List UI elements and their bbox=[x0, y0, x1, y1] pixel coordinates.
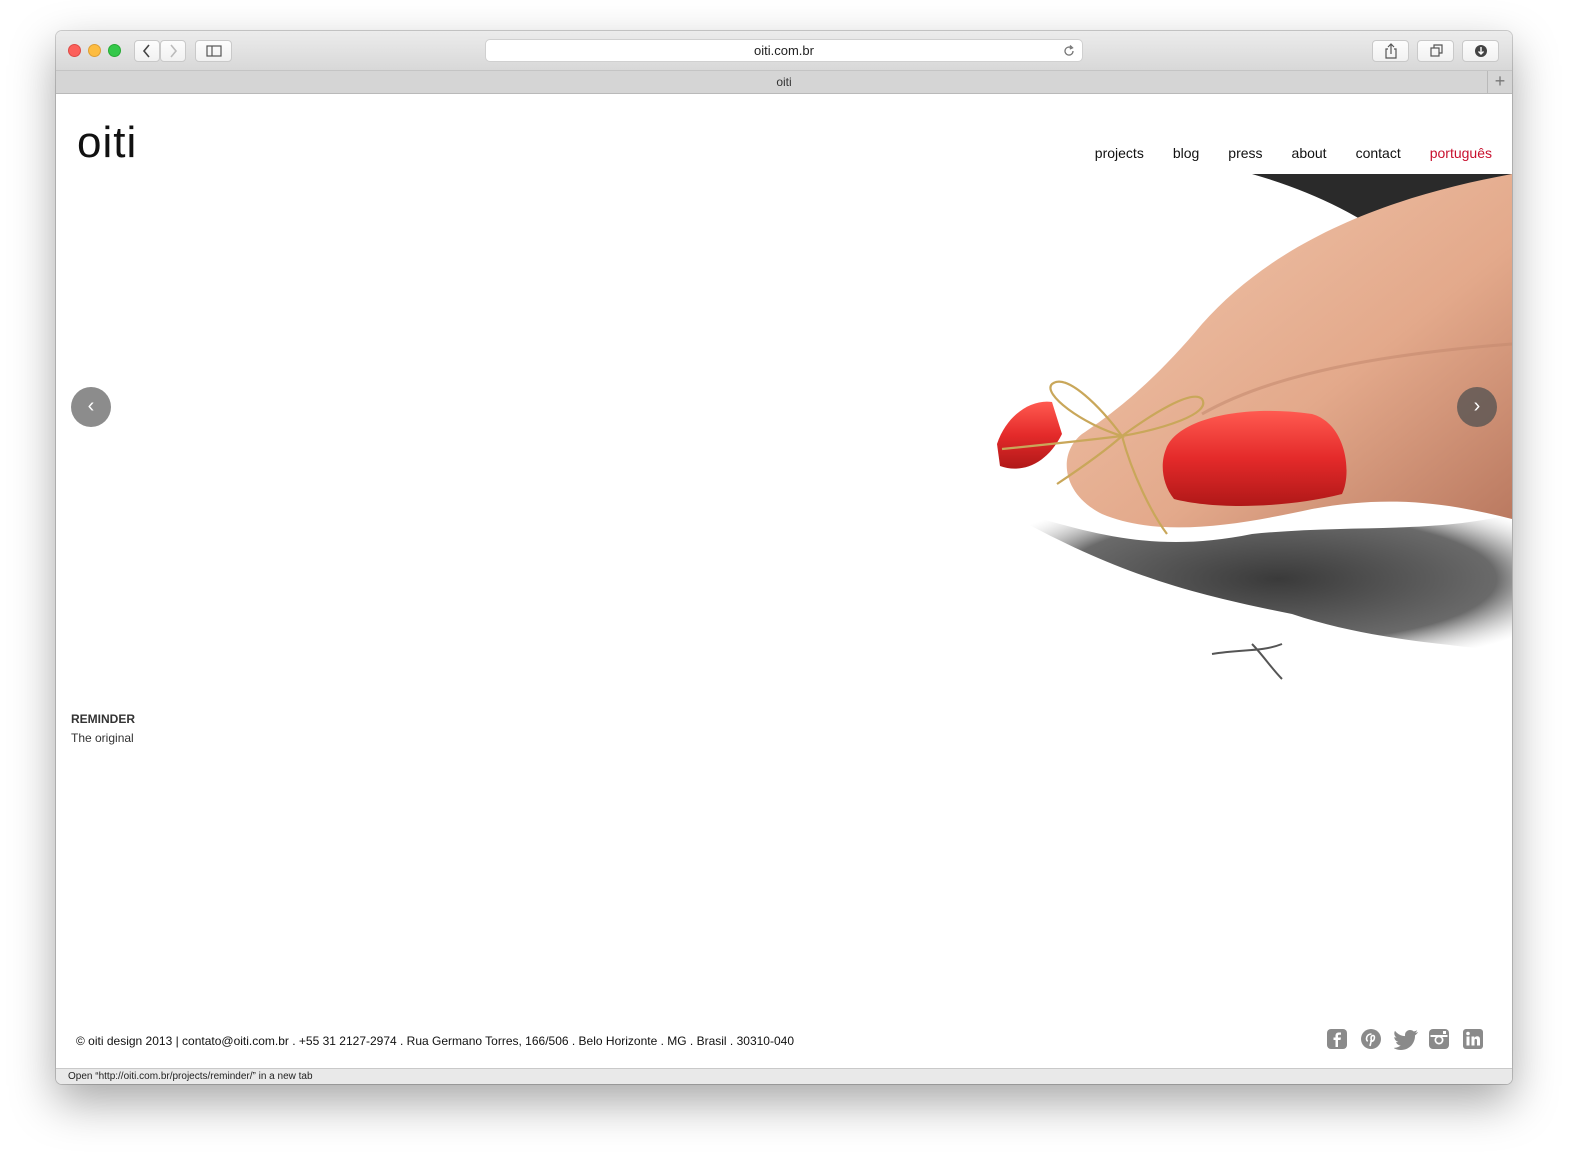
site-logo[interactable]: oiti bbox=[77, 118, 137, 168]
status-bar: Open “http://oiti.com.br/projects/remind… bbox=[56, 1068, 1512, 1084]
hero-image-finger-with-wire-bow[interactable] bbox=[952, 174, 1512, 694]
web-page: oiti projects blog press about contact p… bbox=[56, 94, 1512, 1068]
nav-language-portuguese[interactable]: português bbox=[1430, 145, 1492, 161]
reload-icon[interactable] bbox=[1062, 43, 1076, 64]
forward-button[interactable] bbox=[160, 40, 186, 62]
footer-contact-info: © oiti design 2013 | contato@oiti.com.br… bbox=[76, 1034, 794, 1048]
nav-contact[interactable]: contact bbox=[1356, 145, 1401, 161]
linkedin-icon[interactable] bbox=[1462, 1028, 1484, 1050]
sidebar-icon bbox=[205, 45, 222, 57]
download-icon bbox=[1474, 45, 1487, 57]
address-bar[interactable]: oiti.com.br bbox=[485, 39, 1083, 62]
social-links bbox=[1326, 1028, 1484, 1050]
nav-blog[interactable]: blog bbox=[1173, 145, 1199, 161]
minimize-window-button[interactable] bbox=[88, 44, 101, 57]
downloads-button[interactable] bbox=[1462, 40, 1499, 62]
instagram-icon[interactable] bbox=[1428, 1028, 1450, 1050]
share-icon bbox=[1384, 43, 1397, 59]
share-button[interactable] bbox=[1372, 40, 1409, 62]
browser-toolbar: oiti.com.br bbox=[56, 31, 1512, 71]
slide-next-button[interactable]: › bbox=[1457, 387, 1497, 427]
zoom-window-button[interactable] bbox=[108, 44, 121, 57]
main-nav: projects blog press about contact portug… bbox=[1066, 145, 1492, 161]
pinterest-icon[interactable] bbox=[1360, 1028, 1382, 1050]
tab-oiti[interactable]: oiti bbox=[776, 75, 791, 89]
chevron-left-icon bbox=[142, 44, 150, 58]
nav-press[interactable]: press bbox=[1228, 145, 1262, 161]
new-tab-button[interactable]: + bbox=[1487, 71, 1512, 93]
nav-about[interactable]: about bbox=[1292, 145, 1327, 161]
tabs-icon bbox=[1429, 44, 1443, 57]
tabs-overview-button[interactable] bbox=[1417, 40, 1454, 62]
close-window-button[interactable] bbox=[68, 44, 81, 57]
project-subtitle: The original bbox=[71, 731, 134, 745]
browser-window: oiti.com.br oiti + oiti projects blog pr… bbox=[56, 31, 1512, 1084]
project-title[interactable]: REMINDER bbox=[71, 712, 135, 726]
twitter-icon[interactable] bbox=[1393, 1028, 1418, 1050]
address-url: oiti.com.br bbox=[754, 43, 814, 58]
nav-projects[interactable]: projects bbox=[1095, 145, 1144, 161]
slide-prev-button[interactable]: ‹ bbox=[71, 387, 111, 427]
back-button[interactable] bbox=[134, 40, 160, 62]
tab-bar: oiti + bbox=[56, 71, 1512, 94]
project-slideshow bbox=[56, 174, 1512, 694]
facebook-icon[interactable] bbox=[1326, 1028, 1348, 1050]
sidebar-toggle-button[interactable] bbox=[195, 40, 232, 62]
chevron-right-icon bbox=[170, 44, 178, 58]
